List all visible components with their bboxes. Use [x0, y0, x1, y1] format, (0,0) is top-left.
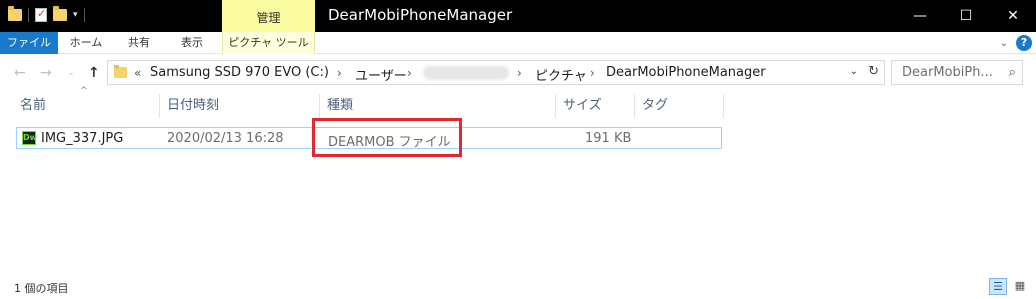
details-view-icon[interactable]: ☰: [989, 278, 1007, 295]
overflow-chevron-icon[interactable]: «: [134, 66, 141, 80]
breadcrumb-current-folder[interactable]: DearMobiPhoneManager: [606, 65, 766, 80]
customize-toolbar-icon[interactable]: ▾: [73, 10, 78, 20]
quick-access-toolbar: ▾: [8, 6, 85, 22]
expand-ribbon-icon[interactable]: ⌄: [1000, 38, 1008, 49]
close-button[interactable]: ✕: [990, 0, 1036, 32]
search-input[interactable]: DearMobiPh... ⌕: [891, 60, 1023, 85]
folder-icon: [114, 65, 127, 78]
search-placeholder: DearMobiPh...: [902, 65, 993, 80]
large-icons-view-icon[interactable]: ▦: [1011, 278, 1029, 295]
refresh-icon[interactable]: ↻: [868, 64, 879, 79]
item-count: 1 個の項目: [14, 282, 69, 295]
ribbon-controls: ⌄ ?: [1000, 35, 1036, 51]
tab-picture-tools[interactable]: ピクチャ ツール: [222, 32, 315, 54]
toolbar-divider: [83, 8, 85, 22]
address-dropdown-icon[interactable]: ⌄: [850, 66, 858, 77]
column-header-size[interactable]: サイズ: [557, 94, 635, 118]
back-button[interactable]: ←: [14, 65, 26, 81]
folder-icon[interactable]: [8, 6, 22, 21]
navigation-bar: ← → ⌄ ↑ « Samsung SSD 970 EVO (C:) › ユーザ…: [0, 54, 1036, 94]
new-folder-icon[interactable]: [53, 6, 67, 21]
breadcrumb-separator[interactable]: ›: [337, 66, 342, 80]
annotation-highlight-box: [312, 118, 462, 157]
breadcrumb-users[interactable]: ユーザー: [355, 65, 407, 84]
dreamweaver-file-icon: Dw: [22, 131, 37, 145]
search-icon[interactable]: ⌕: [1009, 65, 1016, 80]
toolbar-divider: [28, 8, 29, 22]
ribbon: ファイル ホーム 共有 表示 ピクチャ ツール ⌄ ?: [0, 32, 1036, 54]
maximize-button[interactable]: ☐: [943, 0, 989, 32]
help-icon[interactable]: ?: [1016, 35, 1032, 51]
recent-locations-button[interactable]: ⌄: [67, 68, 75, 78]
tab-share[interactable]: 共有: [115, 32, 163, 54]
column-header-name[interactable]: 名前: [14, 94, 160, 118]
breadcrumb-separator[interactable]: ›: [517, 66, 522, 80]
breadcrumb-drive[interactable]: Samsung SSD 970 EVO (C:): [150, 65, 329, 80]
manage-label: 管理: [256, 11, 281, 25]
tab-home[interactable]: ホーム: [62, 32, 110, 54]
file-date: 2020/02/13 16:28: [167, 131, 284, 146]
file-name[interactable]: IMG_337.JPG: [41, 131, 123, 146]
minimize-button[interactable]: —: [897, 0, 943, 32]
tab-file[interactable]: ファイル: [0, 32, 58, 54]
breadcrumb-separator[interactable]: ›: [407, 66, 412, 80]
status-bar: 1 個の項目 ☰ ▦: [0, 275, 1036, 299]
tab-view[interactable]: 表示: [168, 32, 216, 54]
window-title: DearMobiPhoneManager: [328, 6, 513, 24]
breadcrumb-username-redacted[interactable]: [423, 66, 509, 80]
forward-button[interactable]: →: [40, 65, 52, 81]
address-bar[interactable]: « Samsung SSD 970 EVO (C:) › ユーザー › › ピク…: [107, 60, 885, 85]
column-header-tags[interactable]: タグ: [636, 94, 724, 118]
file-size: 191 KB: [585, 131, 632, 146]
properties-icon[interactable]: [35, 7, 47, 22]
title-bar: ▾ 管理 DearMobiPhoneManager — ☐ ✕: [0, 0, 1036, 32]
column-header-type[interactable]: 種類: [321, 94, 556, 118]
column-header-date[interactable]: 日付時刻: [161, 94, 320, 118]
breadcrumb-pictures[interactable]: ピクチャ: [535, 65, 587, 84]
up-button[interactable]: ↑: [88, 65, 100, 81]
column-header-row: ^ 名前 日付時刻 種類 サイズ タグ: [0, 86, 1036, 118]
breadcrumb-separator[interactable]: ›: [590, 66, 595, 80]
